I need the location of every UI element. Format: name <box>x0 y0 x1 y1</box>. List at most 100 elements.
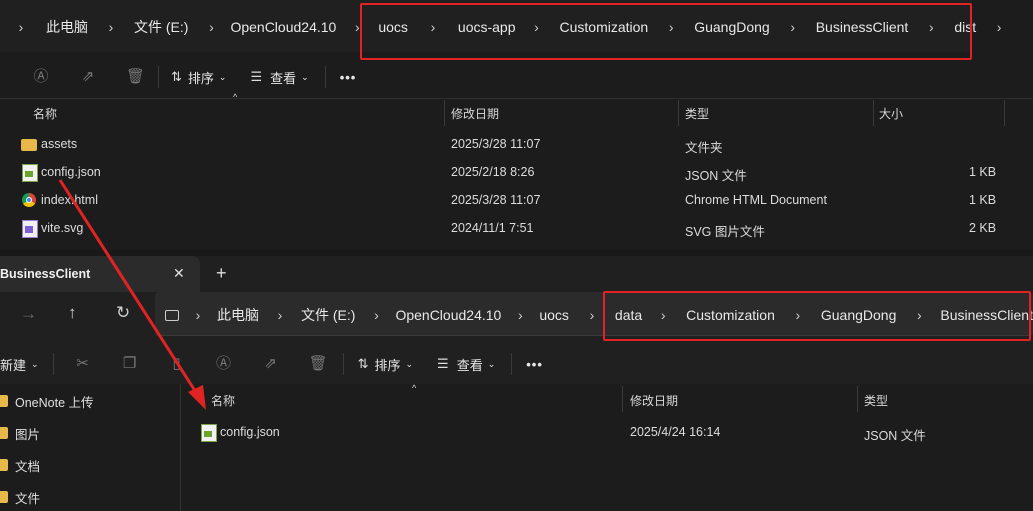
file-type: 文件夹 <box>685 141 723 155</box>
breadcrumb-item-drive-e[interactable]: 文件 (E:) <box>301 305 355 325</box>
view-button[interactable]: ☰ 查看 ⌄ <box>250 68 308 87</box>
file-type: SVG 图片文件 <box>685 225 765 239</box>
column-divider[interactable] <box>444 100 445 126</box>
column-divider[interactable] <box>622 386 623 412</box>
tab-title: BusinessClient <box>0 267 91 281</box>
nav-item-label: 文件 <box>15 491 41 506</box>
computer-icon <box>165 309 179 321</box>
column-header-name[interactable]: 名称 <box>211 392 235 409</box>
column-divider[interactable] <box>678 100 679 126</box>
chevron-right-icon[interactable]: › <box>515 307 525 323</box>
forward-arrow-icon[interactable]: → <box>20 304 37 324</box>
file-size: 1 KB <box>969 165 997 179</box>
breadcrumb-item-uocs[interactable]: uocs <box>539 307 569 323</box>
sort-ascending-icon: ^ <box>233 92 238 102</box>
column-header-date[interactable]: 修改日期 <box>630 392 678 409</box>
explorer-window-businessclient: BusinessClient ✕ + → ↑ ↻ › 此电脑 › 文件 (E:)… <box>0 256 1033 511</box>
column-divider[interactable] <box>1004 100 1005 126</box>
nav-item-onenote[interactable]: OneNote 上传 <box>0 389 94 413</box>
chevron-down-icon: ⌄ <box>405 358 414 369</box>
file-name: vite.svg <box>41 221 84 235</box>
tab-businessclient[interactable]: BusinessClient ✕ <box>0 256 200 292</box>
file-name: assets <box>41 137 78 151</box>
sort-button[interactable]: ⇅ 排序 ⌄ <box>171 68 226 87</box>
chevron-right-icon[interactable]: › <box>587 307 597 323</box>
folder-icon <box>0 427 8 439</box>
divider <box>0 98 1033 99</box>
more-options-button[interactable]: ••• <box>526 357 543 372</box>
breadcrumb-item-drive-e[interactable]: 文件 (E:) <box>134 17 188 37</box>
sort-label: 排序 <box>187 70 214 86</box>
sort-button[interactable]: ⇅ 排序 ⌄ <box>358 355 413 374</box>
column-divider[interactable] <box>857 386 858 412</box>
folder-icon <box>0 491 8 503</box>
file-date: 2024/11/1 7:51 <box>451 221 534 235</box>
view-button[interactable]: ☰ 查看 ⌄ <box>437 355 495 374</box>
chevron-right-icon[interactable]: › <box>193 307 203 323</box>
rename-icon[interactable]: Ⓐ <box>215 355 233 373</box>
paste-icon[interactable]: ▯ <box>168 355 186 373</box>
svg-file-icon <box>22 220 38 238</box>
file-date: 2025/3/28 11:07 <box>451 193 541 207</box>
toolbar-divider <box>511 353 513 375</box>
chevron-down-icon: ⌄ <box>31 358 39 369</box>
file-row-vite-svg[interactable]: vite.svg 2024/11/1 7:51 SVG 图片文件 2 KB <box>0 214 1033 242</box>
up-arrow-icon[interactable]: ↑ <box>68 303 77 323</box>
file-type: Chrome HTML Document <box>685 193 827 207</box>
refresh-icon[interactable]: ↻ <box>116 303 130 323</box>
breadcrumb-item-this-pc[interactable]: 此电脑 <box>217 305 259 325</box>
file-date: 2025/2/18 8:26 <box>451 165 535 179</box>
breadcrumb-item-opencloud[interactable]: OpenCloud24.10 <box>230 19 336 35</box>
column-header-date[interactable]: 修改日期 <box>451 105 499 122</box>
nav-item-pictures[interactable]: 图片 <box>0 421 40 445</box>
close-tab-button[interactable]: ✕ <box>173 265 185 282</box>
file-row-index-html[interactable]: index.html 2025/3/28 11:07 Chrome HTML D… <box>0 186 1033 214</box>
toolbar: Ⓐ ⇗ 🗑 ⇅ 排序 ⌄ ☰ 查看 ⌄ ••• <box>32 66 356 88</box>
nav-item-documents[interactable]: 文档 <box>0 453 40 477</box>
file-date: 2025/4/24 16:14 <box>630 425 721 439</box>
chevron-down-icon: ⌄ <box>487 358 496 369</box>
view-label: 查看 <box>270 70 297 86</box>
column-header-type[interactable]: 类型 <box>685 105 709 122</box>
share-icon[interactable]: ⇗ <box>79 68 97 86</box>
share-icon[interactable]: ⇗ <box>262 355 280 373</box>
sort-label: 排序 <box>374 357 401 373</box>
column-header-type[interactable]: 类型 <box>864 392 888 409</box>
file-date: 2025/3/28 11:07 <box>451 137 541 151</box>
chevron-right-icon[interactable]: › <box>106 19 116 35</box>
toolbar-divider <box>158 66 159 88</box>
chevron-down-icon: ⌄ <box>218 71 227 82</box>
folder-icon <box>0 459 8 471</box>
toolbar-divider <box>342 353 344 375</box>
file-row-assets[interactable]: assets 2025/3/28 11:07 文件夹 <box>0 130 1033 158</box>
view-label: 查看 <box>456 357 483 373</box>
folder-icon <box>21 139 37 151</box>
chevron-right-icon[interactable]: › <box>275 307 285 323</box>
rename-icon[interactable]: Ⓐ <box>32 68 50 86</box>
new-tab-button[interactable]: + <box>216 263 227 284</box>
new-label: 新建 <box>0 357 27 373</box>
nav-item-files[interactable]: 文件 <box>0 485 40 509</box>
new-button[interactable]: 新建 ⌄ <box>0 355 39 374</box>
toolbar-divider <box>324 66 326 88</box>
toolbar-divider <box>52 353 54 375</box>
breadcrumb-item-opencloud[interactable]: OpenCloud24.10 <box>395 307 501 323</box>
column-divider[interactable] <box>873 100 874 126</box>
folder-icon <box>0 395 8 407</box>
chevron-right-icon[interactable]: › <box>206 19 216 35</box>
chevron-right-icon[interactable]: › <box>994 19 1004 35</box>
delete-icon[interactable]: 🗑 <box>126 68 145 86</box>
cut-icon[interactable]: ✂ <box>74 355 92 373</box>
file-size: 1 KB <box>969 193 997 207</box>
file-row-config-json[interactable]: config.json 2025/4/24 16:14 JSON 文件 <box>181 418 1033 446</box>
more-options-button[interactable]: ••• <box>340 70 357 85</box>
breadcrumb-item-this-pc[interactable]: 此电脑 <box>46 17 88 37</box>
column-header-size[interactable]: 大小 <box>879 105 903 122</box>
chevron-right-icon: › <box>18 19 24 35</box>
delete-icon[interactable]: 🗑 <box>309 355 328 373</box>
chevron-right-icon[interactable]: › <box>371 307 381 323</box>
file-row-config-json[interactable]: config.json 2025/2/18 8:26 JSON 文件 1 KB <box>0 158 1033 186</box>
toolbar: 新建 ⌄ ✂ ❐ ▯ Ⓐ ⇗ 🗑 ⇅ 排序 ⌄ ☰ 查看 ⌄ ••• <box>0 353 543 375</box>
column-header-name[interactable]: 名称 <box>33 105 57 122</box>
copy-icon[interactable]: ❐ <box>121 355 139 373</box>
